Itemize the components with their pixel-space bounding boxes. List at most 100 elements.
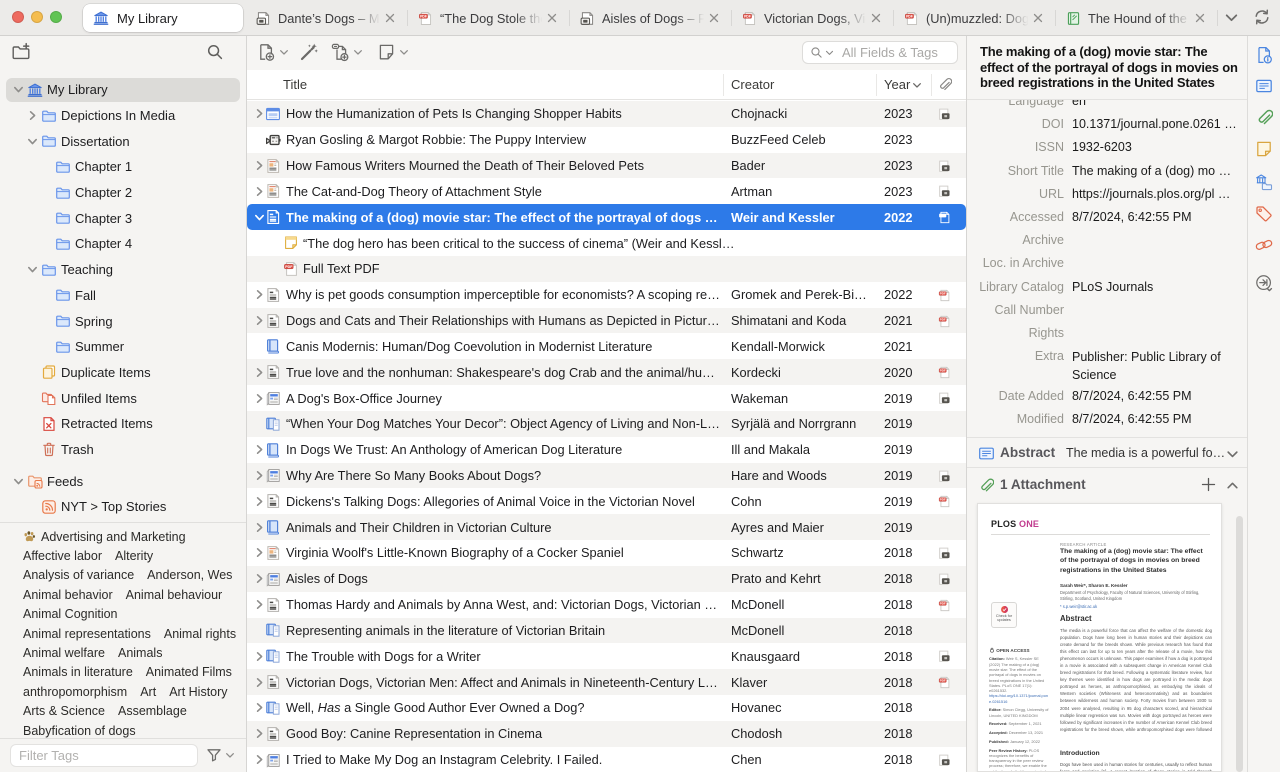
sidebar-item-duplicate-items[interactable]: Duplicate Items: [0, 360, 246, 386]
item-row[interactable]: Why Are There So Many Books About Dogs? …: [247, 463, 966, 489]
twisty-icon[interactable]: [254, 599, 265, 610]
new-note-button[interactable]: [377, 43, 409, 62]
attachments-collapse-chevron-icon[interactable]: [1226, 480, 1239, 491]
tab-list-chevron-icon[interactable]: [1224, 12, 1239, 24]
tag[interactable]: Animated Films: [146, 665, 232, 679]
tag[interactable]: Anderson, Wes: [147, 568, 232, 582]
libraries-collections-sidenav-icon[interactable]: [1255, 173, 1273, 191]
sidebar-item-chapter-4[interactable]: Chapter 4: [0, 231, 246, 257]
item-row[interactable]: Full Text PDF: [247, 256, 966, 282]
tag[interactable]: Babyfication of dogs: [23, 724, 136, 738]
tab-my-library[interactable]: My Library: [83, 4, 243, 32]
twisty-icon[interactable]: [254, 547, 265, 558]
sidebar-item-spring[interactable]: Spring: [0, 308, 246, 334]
twisty-icon[interactable]: [254, 393, 265, 404]
column-header-attachment-icon[interactable]: [937, 76, 952, 92]
info-sidenav-icon[interactable]: [1255, 46, 1273, 64]
sidebar-item-chapter-2[interactable]: Chapter 2: [0, 180, 246, 206]
field-row-modified[interactable]: Modified 8/7/2024, 6:42:55 PM: [967, 408, 1247, 431]
close-tab-icon[interactable]: [1032, 12, 1044, 24]
field-row-library-catalog[interactable]: Library Catalog PLoS Journals: [967, 276, 1247, 299]
notes-sidenav-icon[interactable]: [1255, 140, 1273, 158]
twisty-icon[interactable]: [254, 108, 265, 119]
tag[interactable]: Animal representations: [23, 627, 151, 641]
sidebar-item-chapter-1[interactable]: Chapter 1: [0, 154, 246, 180]
sidebar-item-unfiled-items[interactable]: Unfiled Items: [0, 385, 246, 411]
twisty-icon[interactable]: [254, 754, 265, 765]
twisty-icon[interactable]: [254, 160, 265, 171]
column-divider[interactable]: [931, 74, 932, 96]
twisty-icon[interactable]: [254, 186, 265, 197]
twisty-icon[interactable]: [13, 476, 24, 487]
new-collection-icon[interactable]: [11, 42, 31, 62]
attachment-preview[interactable]: PLOS ONE RESEARCH ARTICLE The making of …: [977, 503, 1222, 772]
item-row[interactable]: The making of a (dog) movie star: The ef…: [247, 204, 966, 230]
filter-tags-input[interactable]: [10, 744, 198, 767]
item-row[interactable]: Representing animals in the literature o…: [247, 618, 966, 644]
abstract-sidenav-icon[interactable]: [1255, 77, 1273, 95]
twisty-icon[interactable]: [254, 367, 265, 378]
twisty-icon[interactable]: [13, 84, 24, 95]
abstract-collapse-chevron-icon[interactable]: [1226, 449, 1239, 460]
scrollbar-thumb[interactable]: [1236, 516, 1243, 772]
sidebar-item-my-library[interactable]: My Library: [0, 77, 246, 103]
twisty-icon[interactable]: [254, 522, 265, 533]
twisty-icon[interactable]: [27, 136, 38, 147]
field-row-language[interactable]: Language en: [967, 100, 1247, 113]
tag-filter-icon[interactable]: [206, 747, 222, 763]
reader-tab[interactable]: (Un)muzzled: Dogs in Film: [894, 0, 1056, 36]
field-row-doi[interactable]: DOI 10.1371/journal.pone.0261 …: [967, 113, 1247, 136]
twisty-icon[interactable]: [254, 496, 265, 507]
tags-sidenav-icon[interactable]: [1255, 205, 1273, 223]
twisty-icon[interactable]: [254, 212, 265, 223]
sync-icon[interactable]: [1253, 8, 1271, 26]
minimize-window-button[interactable]: [31, 11, 43, 23]
tag[interactable]: Analysis of variance: [23, 568, 134, 582]
item-row[interactable]: Why is pet goods consumption imperceptib…: [247, 282, 966, 308]
item-row[interactable]: Well, Has a Single Good Author Ever Owne…: [247, 695, 966, 721]
item-row[interactable]: Dogs and Cats and Their Relationships wi…: [247, 308, 966, 334]
tag[interactable]: Advertising and Marketing: [41, 530, 186, 544]
item-row[interactable]: “When Your Dog Matches Your Decor”: Obje…: [247, 411, 966, 437]
sidebar-item-trash[interactable]: Trash: [0, 437, 246, 463]
item-row[interactable]: “The dog hero has been critical to the s…: [247, 230, 966, 256]
item-row[interactable]: Thomas Hardy and Animals by Anna West, a…: [247, 592, 966, 618]
tag[interactable]: Art: [140, 685, 156, 699]
tag[interactable]: Animal welfare: [23, 646, 105, 660]
field-row-date-added[interactable]: Date Added 8/7/2024, 6:42:55 PM: [967, 385, 1247, 408]
item-row[interactable]: Good Boy: Canine Representation in Cinem…: [247, 721, 966, 747]
attachments-section-header[interactable]: 1 Attachment: [967, 468, 1247, 502]
column-header-year[interactable]: Year: [884, 77, 910, 92]
reader-tab[interactable]: Aisles of Dogs – Prato: [570, 0, 732, 36]
add-attachment-button[interactable]: [331, 43, 363, 62]
close-tab-icon[interactable]: [1194, 12, 1206, 24]
item-row[interactable]: Animals and Their Children in Victorian …: [247, 514, 966, 540]
abstract-section-header[interactable]: Abstract The media is a powerful force t…: [967, 437, 1247, 468]
sidebar-item-nyt-top-stories[interactable]: NYT > Top Stories: [0, 494, 246, 520]
tag[interactable]: Alterity: [115, 549, 153, 563]
twisty-icon[interactable]: [254, 470, 265, 481]
item-row[interactable]: How Famous Writers Mourned the Death of …: [247, 153, 966, 179]
sidebar-item-chapter-3[interactable]: Chapter 3: [0, 205, 246, 231]
attachments-sidenav-icon[interactable]: [1255, 108, 1273, 126]
reader-tab[interactable]: Dante’s Dogs – Manuscripts: [246, 0, 408, 36]
related-sidenav-icon[interactable]: [1255, 236, 1273, 254]
close-tab-icon[interactable]: [546, 12, 558, 24]
sidebar-item-retracted-items[interactable]: Retracted Items: [0, 411, 246, 437]
item-row[interactable]: Virginia Woolf's Little-Known Biography …: [247, 540, 966, 566]
reader-tab[interactable]: Victorian Dogs, Victorian Men: [732, 0, 894, 36]
column-divider[interactable]: [876, 74, 877, 96]
twisty-icon[interactable]: [27, 264, 38, 275]
item-row[interactable]: Aisles of Dogs Prato and Kehrt 2018: [247, 566, 966, 592]
column-divider[interactable]: [723, 74, 724, 96]
tag[interactable]: Animal Cognition: [23, 607, 118, 621]
search-box[interactable]: All Fields & Tags: [802, 41, 958, 64]
tag[interactable]: Assemblage: [118, 704, 187, 718]
sidebar-item-feeds[interactable]: Feeds: [0, 468, 246, 494]
twisty-icon[interactable]: [254, 444, 265, 455]
column-header-creator[interactable]: Creator: [731, 77, 774, 92]
close-tab-icon[interactable]: [384, 12, 396, 24]
twisty-icon[interactable]: [254, 677, 265, 688]
close-tab-icon[interactable]: [708, 12, 720, 24]
tag[interactable]: anthropomorphism: [23, 685, 127, 699]
